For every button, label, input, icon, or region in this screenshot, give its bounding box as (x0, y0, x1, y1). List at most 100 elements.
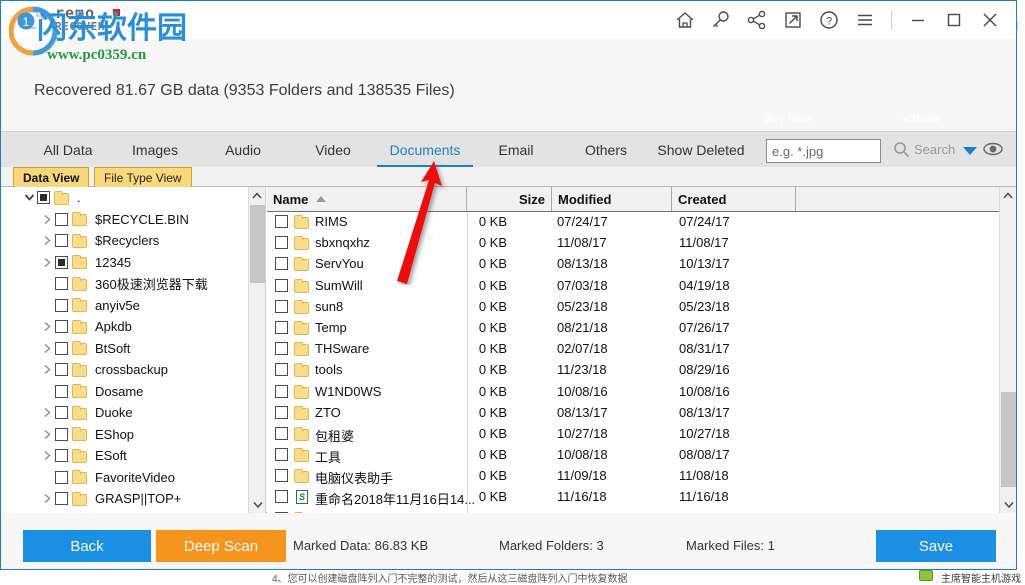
table-row[interactable]: tools0 KB11/23/1808/29/16 (267, 360, 1016, 381)
row-checkbox[interactable] (275, 300, 288, 313)
table-row[interactable]: 电脑仪表助手0 KB11/09/1811/08/18 (267, 466, 1016, 487)
tree-checkbox[interactable] (55, 299, 68, 312)
deep-scan-button[interactable]: Deep Scan (156, 530, 286, 562)
row-checkbox[interactable] (275, 321, 288, 334)
menu-icon[interactable] (847, 1, 883, 39)
chevron-right-icon[interactable] (39, 488, 55, 509)
column-header-created[interactable]: Created (672, 187, 796, 211)
row-checkbox[interactable] (275, 363, 288, 376)
tree-scroll-up-arrow[interactable] (249, 187, 265, 204)
table-row[interactable]: 包租婆0 KB10/27/1810/27/18 (267, 424, 1016, 445)
export-icon[interactable] (775, 1, 811, 39)
row-checkbox[interactable] (275, 490, 288, 503)
chevron-right-icon[interactable] (39, 402, 55, 423)
activate-link[interactable]: Activate (899, 111, 942, 125)
table-row[interactable]: Temp0 KB08/21/1807/26/17 (267, 318, 1016, 339)
table-row[interactable]: sun80 KB05/23/1805/23/18 (267, 297, 1016, 318)
close-icon[interactable] (972, 1, 1008, 39)
tab-images[interactable]: Images (114, 132, 196, 168)
tab-video[interactable]: Video (296, 132, 370, 168)
chevron-right-icon[interactable] (39, 424, 55, 445)
tree-checkbox[interactable] (37, 191, 50, 204)
tree-row[interactable]: FavoriteVideo (1, 467, 265, 489)
tree-checkbox[interactable] (55, 277, 68, 290)
tree-checkbox[interactable] (55, 406, 68, 419)
chevron-right-icon[interactable] (39, 359, 55, 380)
tree-scroll-thumb[interactable] (250, 205, 265, 283)
tab-audio[interactable]: Audio (206, 132, 280, 168)
table-row[interactable]: 重命名2018年11月16日14...0 KB11/16/1811/16/18 (267, 487, 1016, 508)
list-scroll-up-arrow[interactable] (1000, 187, 1016, 204)
column-header-size[interactable]: Size (467, 187, 552, 211)
share-icon[interactable] (739, 1, 775, 39)
minimize-icon[interactable] (900, 1, 936, 39)
tree-checkbox[interactable] (55, 385, 68, 398)
tree-checkbox[interactable] (55, 471, 68, 484)
tree-row[interactable]: Apkdb (1, 316, 265, 338)
row-checkbox[interactable] (275, 512, 288, 513)
chevron-right-icon[interactable] (39, 209, 55, 230)
tree-checkbox[interactable] (55, 449, 68, 462)
chevron-down-icon[interactable] (21, 187, 37, 208)
table-row[interactable]: ServYou0 KB08/13/1810/13/17 (267, 254, 1016, 275)
tree-row[interactable]: 12345 (1, 252, 265, 274)
table-row[interactable]: W1ND0WS0 KB10/08/1610/08/16 (267, 382, 1016, 403)
eye-icon[interactable] (982, 140, 1004, 161)
tree-checkbox[interactable] (55, 342, 68, 355)
table-row[interactable]: 工具0 KB10/08/1808/08/17 (267, 445, 1016, 466)
tree-row[interactable]: $Recyclers (1, 230, 265, 252)
tree-row[interactable]: Duoke (1, 402, 265, 424)
maximize-icon[interactable] (936, 1, 972, 39)
row-checkbox[interactable] (275, 406, 288, 419)
row-checkbox[interactable] (275, 448, 288, 461)
row-checkbox[interactable] (275, 469, 288, 482)
save-button[interactable]: Save (876, 530, 996, 562)
search-input[interactable] (767, 140, 880, 162)
tree-checkbox[interactable] (55, 492, 68, 505)
tab-all-data[interactable]: All Data (25, 132, 111, 168)
chevron-right-icon[interactable] (39, 316, 55, 337)
help-icon[interactable]: ? (811, 1, 847, 39)
tree-checkbox[interactable] (55, 428, 68, 441)
home-icon[interactable] (667, 1, 703, 39)
tab-others[interactable]: Others (569, 132, 643, 168)
table-row[interactable]: 金玛金蝶智慧记0 KB07/23/1807/23/18 (267, 509, 1016, 513)
tree-scroll-down-arrow[interactable] (249, 496, 266, 513)
tree-row[interactable]: 360极速浏览器下载 (1, 273, 265, 295)
column-header-name[interactable]: Name (267, 187, 467, 211)
key-icon[interactable] (703, 1, 739, 39)
table-row[interactable]: THSware0 KB02/07/1808/31/17 (267, 339, 1016, 360)
table-row[interactable]: SumWill0 KB07/03/1804/19/18 (267, 276, 1016, 297)
tab-documents[interactable]: Documents (377, 132, 473, 168)
table-row[interactable]: ZTO0 KB08/13/1708/13/17 (267, 403, 1016, 424)
chevron-right-icon[interactable] (39, 252, 55, 273)
column-header-modified[interactable]: Modified (552, 187, 672, 211)
tree-row[interactable]: anyiv5e (1, 295, 265, 317)
back-button[interactable]: Back (23, 530, 151, 562)
row-checkbox[interactable] (275, 279, 288, 292)
chevron-down-icon[interactable] (963, 147, 977, 155)
tab-show-deleted[interactable]: Show Deleted (646, 132, 756, 168)
tree-row-root[interactable]: . (1, 187, 265, 209)
row-checkbox[interactable] (275, 236, 288, 249)
chevron-right-icon[interactable] (39, 230, 55, 251)
row-checkbox[interactable] (275, 342, 288, 355)
chevron-right-icon[interactable] (39, 510, 55, 513)
row-checkbox[interactable] (275, 385, 288, 398)
list-scroll-down-arrow[interactable] (1000, 496, 1017, 513)
tree-row[interactable]: EShop (1, 424, 265, 446)
tab-data-view[interactable]: Data View (13, 167, 89, 187)
tree-checkbox[interactable] (55, 256, 68, 269)
tab-file-type-view[interactable]: File Type View (94, 167, 192, 187)
tree-row[interactable]: GRASP||TOP+ (1, 488, 265, 510)
tree-row[interactable]: $RECYCLE.BIN (1, 209, 265, 231)
row-checkbox[interactable] (275, 215, 288, 228)
list-scroll-thumb[interactable] (1001, 392, 1016, 487)
tree-scrollbar[interactable] (248, 187, 265, 513)
tree-checkbox[interactable] (55, 320, 68, 333)
search-button[interactable]: Search (893, 141, 955, 158)
table-row[interactable]: sbxnqxhz0 KB11/08/1711/08/17 (267, 233, 1016, 254)
column-header-blank[interactable] (796, 187, 1001, 211)
tree-checkbox[interactable] (55, 363, 68, 376)
tree-row[interactable]: crossbackup (1, 359, 265, 381)
